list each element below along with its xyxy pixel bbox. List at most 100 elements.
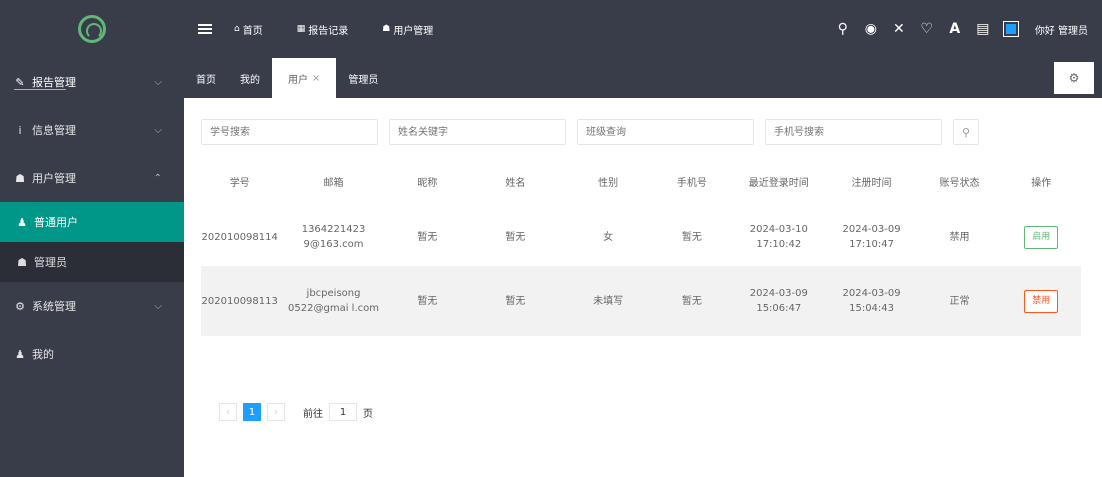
cell-name: 暂无 xyxy=(505,231,526,243)
sidebar-item-info[interactable]: i 信息管理 ⌵ xyxy=(0,106,184,154)
col-header: 姓名 xyxy=(505,177,526,189)
col-header: 性别 xyxy=(598,177,619,189)
sidebar: ✎ 报告管理 ⌵ i 信息管理 ⌵ ☗ 用户管理 ⌃ ♟ 普通用户 ☗ 管理员 … xyxy=(0,0,184,477)
pagination: ‹ 1 › 前往 页 xyxy=(219,403,373,421)
filter-bar: ⚲ xyxy=(201,119,979,145)
cell-email: jbcpeisong 0522@gmai l.com xyxy=(288,288,379,314)
goto-page-input[interactable] xyxy=(329,403,357,421)
disable-button[interactable]: 禁用 xyxy=(1024,289,1059,313)
cell-account-status: 正常 xyxy=(949,295,970,307)
notes-icon[interactable]: ▤ xyxy=(969,21,997,37)
col-header: 操作 xyxy=(1031,177,1052,189)
cell-name: 暂无 xyxy=(505,295,526,307)
users-icon: ☗ xyxy=(17,255,27,269)
tab-mine[interactable]: 我的 xyxy=(228,58,272,98)
user-icon: ♟ xyxy=(17,215,27,229)
user-name[interactable]: 你好 管理员 xyxy=(1035,22,1088,37)
prev-page-button[interactable]: ‹ xyxy=(219,403,237,421)
cell-student-id: 202010098114 xyxy=(201,231,278,243)
nav-link-label: 报告记录 xyxy=(308,25,349,37)
nav-link-users[interactable]: ☗ 用户管理 xyxy=(382,22,433,37)
chevron-down-icon: ⌵ xyxy=(154,124,162,136)
tab-options-button[interactable]: ⚙ xyxy=(1054,62,1094,94)
app-logo xyxy=(0,0,184,58)
student-id-search-input[interactable] xyxy=(201,119,378,145)
sidebar-item-users[interactable]: ☗ 用户管理 ⌃ xyxy=(0,154,184,202)
sidebar-subitem-normal-users[interactable]: ♟ 普通用户 xyxy=(0,202,184,242)
theme-icon[interactable]: ♡ xyxy=(913,21,941,37)
top-header: ⌂ 首页 ▦ 报告记录 ☗ 用户管理 ⚲ ◉ ✕ ♡ A ▤ 你好 管理员 xyxy=(184,0,1102,58)
tab-home[interactable]: 首页 xyxy=(184,58,228,98)
gear-icon: ⚙ xyxy=(1068,71,1080,85)
table-row: 202010098113 jbcpeisong 0522@gmai l.com … xyxy=(201,266,1081,336)
table-header-row: 学号 邮箱 昵称 姓名 性别 手机号 最近登录时间 注册时间 账号状态 操作 xyxy=(201,154,1081,208)
tab-admins[interactable]: 管理员 xyxy=(336,58,390,98)
sidebar-item-system[interactable]: ⚙ 系统管理 ⌵ xyxy=(0,282,184,330)
menu-toggle-icon[interactable] xyxy=(198,24,212,34)
goto-page: 前往 页 xyxy=(303,403,373,421)
name-search-input[interactable] xyxy=(389,119,566,145)
phone-search-input[interactable] xyxy=(765,119,942,145)
cell-gender: 女 xyxy=(603,231,614,243)
page-number-current[interactable]: 1 xyxy=(243,403,261,421)
chevron-down-icon: ⌵ xyxy=(154,76,162,88)
cell-register-time: 2024-03-09 17:10:47 xyxy=(842,224,901,250)
goto-label: 前往 xyxy=(303,408,323,420)
cell-email: 1364221423 9@163.com xyxy=(301,224,366,250)
search-icon: ⚲ xyxy=(961,125,971,139)
sidebar-item-mine[interactable]: ♟ 我的 xyxy=(0,330,184,378)
user-icon: ♟ xyxy=(15,347,25,361)
edit-icon: ✎ xyxy=(15,75,25,89)
cell-student-id: 202010098113 xyxy=(201,295,278,307)
tab-users[interactable]: 用户 × xyxy=(272,58,337,98)
search-icon[interactable]: ⚲ xyxy=(829,21,857,37)
cell-nickname: 暂无 xyxy=(417,231,438,243)
table-row: 202010098114 1364221423 9@163.com 暂无 暂无 … xyxy=(201,208,1081,266)
main-content: ⚲ 学号 邮箱 昵称 姓名 性别 手机号 最近登录时间 注册时间 账号状态 操作… xyxy=(184,98,1102,477)
nav-link-reports[interactable]: ▦ 报告记录 xyxy=(297,22,349,37)
sidebar-subitem-label: 管理员 xyxy=(34,256,67,269)
screen-icon[interactable] xyxy=(1002,21,1019,37)
nav-link-label: 首页 xyxy=(242,25,263,37)
col-header: 手机号 xyxy=(676,177,707,189)
sidebar-item-label: 用户管理 xyxy=(32,172,76,185)
fullscreen-icon[interactable]: ✕ xyxy=(885,21,913,37)
sidebar-subitem-admins[interactable]: ☗ 管理员 xyxy=(0,242,184,282)
cell-phone: 暂无 xyxy=(681,295,702,307)
cell-action: 禁用 xyxy=(1001,266,1081,336)
class-search-input[interactable] xyxy=(577,119,754,145)
info-icon: i xyxy=(18,123,22,137)
nav-link-home[interactable]: ⌂ 首页 xyxy=(234,22,263,37)
font-icon[interactable]: A xyxy=(941,21,969,37)
sidebar-item-label: 信息管理 xyxy=(32,124,76,137)
col-header: 昵称 xyxy=(417,177,438,189)
cell-nickname: 暂无 xyxy=(417,295,438,307)
users-icon: ☗ xyxy=(382,24,391,34)
target-icon[interactable]: ◉ xyxy=(857,21,885,37)
next-page-button[interactable]: › xyxy=(267,403,285,421)
cell-action: 启用 xyxy=(1001,208,1081,266)
sidebar-item-report[interactable]: ✎ 报告管理 ⌵ xyxy=(0,58,184,106)
cell-phone: 暂无 xyxy=(681,231,702,243)
logo-icon xyxy=(78,15,106,43)
cell-account-status: 禁用 xyxy=(949,231,970,243)
col-header: 学号 xyxy=(229,177,250,189)
users-submenu: ♟ 普通用户 ☗ 管理员 xyxy=(0,202,184,282)
sidebar-item-label: 系统管理 xyxy=(32,300,76,313)
header-tools: ⚲ ◉ ✕ ♡ A ▤ 你好 管理员 xyxy=(829,0,1102,58)
cell-register-time: 2024-03-09 15:04:43 xyxy=(842,288,901,314)
cell-gender: 未填写 xyxy=(593,295,624,307)
home-icon: ⌂ xyxy=(234,24,240,34)
cogs-icon: ⚙ xyxy=(15,299,25,313)
close-icon[interactable]: × xyxy=(312,73,320,84)
table-icon: ▦ xyxy=(296,24,306,34)
col-header: 注册时间 xyxy=(851,177,892,189)
sidebar-item-label: 报告管理 xyxy=(32,76,76,89)
search-button[interactable]: ⚲ xyxy=(953,119,979,145)
chevron-up-icon: ⌃ xyxy=(153,172,162,184)
tab-label: 用户 xyxy=(288,74,308,86)
enable-button[interactable]: 启用 xyxy=(1024,225,1059,249)
sidebar-item-label: 我的 xyxy=(32,348,54,361)
nav-link-label: 用户管理 xyxy=(393,25,434,37)
chevron-down-icon: ⌵ xyxy=(154,300,162,312)
